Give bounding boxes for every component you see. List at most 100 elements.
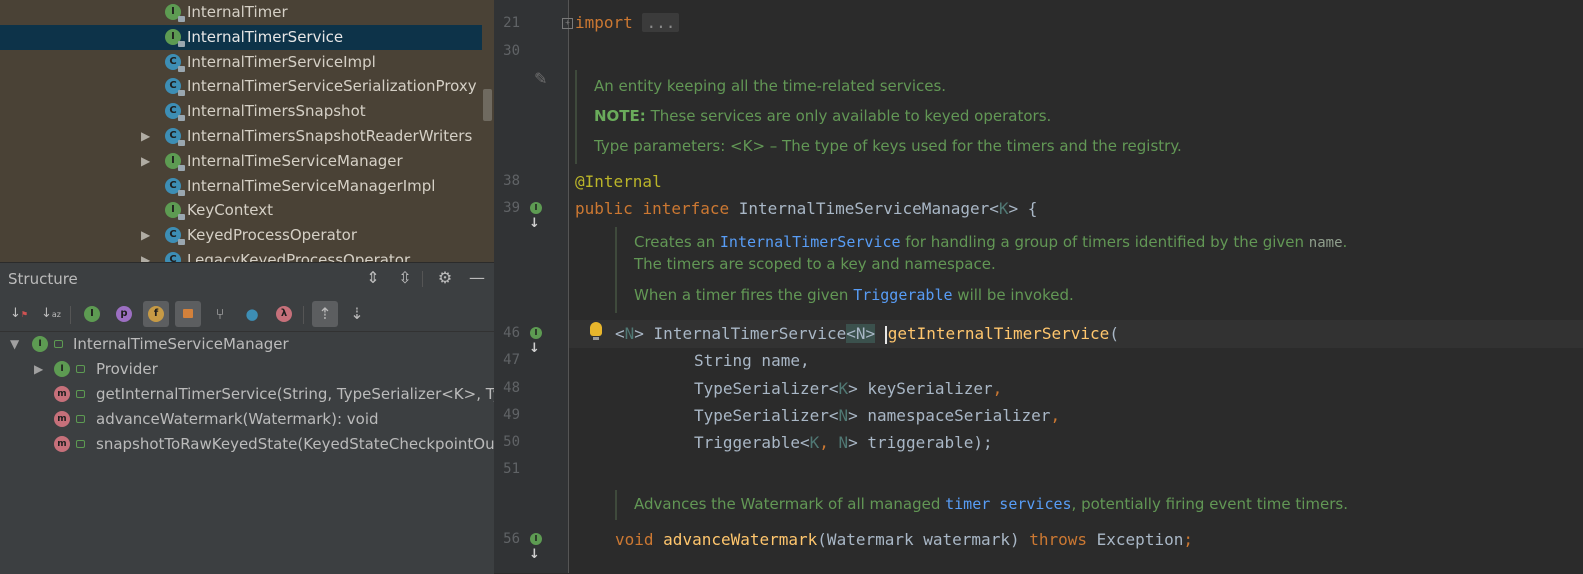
interface-icon: I [165, 28, 185, 47]
show-properties-button[interactable]: p [111, 301, 137, 327]
circle-icon: ● [245, 305, 259, 323]
chevron-right-icon[interactable]: ▶ [141, 223, 153, 248]
project-tree-item-label: KeyedProcessOperator [187, 226, 357, 245]
project-scrollbar[interactable] [483, 89, 492, 121]
annotation-line: @Internal [575, 172, 662, 191]
lambda-icon: λ [276, 305, 292, 322]
implemented-gutter-icon[interactable]: I↓ [529, 327, 546, 356]
doc-link[interactable]: timer services [945, 495, 1071, 513]
doc-line: Advances the Watermark of all managed ti… [634, 495, 1348, 513]
autoscroll-to-icon: ⇡ [318, 304, 332, 323]
expand-all-icon[interactable]: ⇕ [362, 267, 384, 289]
param-line: TypeSerializer<N> namespaceSerializer, [694, 406, 1061, 425]
doc-line: Type parameters: <K> – The type of keys … [594, 137, 1182, 155]
structure-item-advance-watermark[interactable]: m advanceWatermark(Watermark): void [0, 407, 494, 432]
structure-panel: Structure ⇕ ⇳ ⚙ — ↓⚑ ↓az I p f ⑂ ● λ ⇡ ⇣… [0, 262, 494, 574]
structure-item-label: getInternalTimerService(String, TypeSeri… [96, 385, 494, 403]
structure-title: Structure [8, 270, 78, 288]
doc-link[interactable]: Triggerable [853, 286, 952, 304]
doc-line: The timers are scoped to a key and names… [634, 255, 996, 273]
show-lambdas-dot-button[interactable]: ● [239, 301, 265, 327]
structure-item-provider[interactable]: ▶ I Provider [0, 357, 494, 382]
chevron-down-icon[interactable]: ▼ [10, 332, 19, 357]
param-line: String name, [694, 351, 810, 370]
chevron-right-icon[interactable]: ▶ [141, 124, 153, 149]
chevron-right-icon[interactable]: ▶ [34, 357, 43, 382]
interface-icon: I [32, 336, 48, 352]
class-icon: C [165, 177, 185, 196]
lightbulb-icon[interactable] [590, 322, 602, 340]
project-tree-item[interactable]: C InternalTimerServiceSerializationProxy [0, 74, 482, 99]
structure-root-label: InternalTimeServiceManager [73, 335, 289, 353]
implemented-gutter-icon[interactable]: I↓ [529, 202, 546, 231]
line-number: 21 [503, 15, 520, 31]
project-tree-item-label: InternalTimersSnapshotReaderWriters [187, 127, 473, 145]
structure-item-get-internal-timer-service[interactable]: m getInternalTimerService(String, TypeSe… [0, 382, 494, 407]
show-fields-button[interactable]: f [143, 301, 169, 327]
project-tree-item[interactable]: I InternalTimer [0, 0, 482, 25]
line-number: 51 [503, 461, 520, 477]
line-number: 39 [503, 200, 520, 216]
param-line: TypeSerializer<K> keySerializer, [694, 379, 1003, 398]
minimize-icon[interactable]: — [466, 267, 488, 289]
doc-comment-advance-watermark: Advances the Watermark of all managed ti… [615, 490, 1567, 520]
line-number: 47 [503, 352, 520, 368]
code-editor[interactable]: 21 30 ✎ 38 39 I↓ 46 I↓ 47 48 49 50 51 56… [494, 0, 1583, 573]
project-tree-item[interactable]: ▶ C InternalTimersSnapshotReaderWriters [0, 124, 482, 149]
project-tree-item[interactable]: C InternalTimersSnapshot [0, 99, 482, 124]
autoscroll-to-source-button[interactable]: ⇡ [312, 301, 338, 327]
text-caret [884, 325, 887, 344]
implemented-gutter-icon[interactable]: I↓ [529, 533, 546, 562]
chevron-right-icon[interactable]: ▶ [141, 149, 153, 174]
autoscroll-from-source-button[interactable]: ⇣ [344, 301, 370, 327]
param-line: Triggerable<K, N> triggerable); [694, 433, 993, 452]
show-inherited-button[interactable]: I [79, 301, 105, 327]
property-icon: p [116, 305, 132, 322]
project-tree-item-label: InternalTimersSnapshot [187, 102, 366, 121]
doc-line: When a timer fires the given Triggerable… [634, 286, 1074, 304]
doc-link[interactable]: InternalTimerService [720, 233, 901, 251]
class-icon: C [165, 53, 185, 72]
class-icon: C [165, 78, 185, 97]
interface-icon: I [54, 361, 70, 377]
show-lambdas-button[interactable]: λ [271, 301, 297, 327]
project-tree-item[interactable]: ▶ C LegacyKeyedProcessOperator [0, 248, 482, 262]
gear-icon[interactable]: ⚙ [434, 267, 456, 289]
lock-icon [183, 309, 193, 318]
line-number: 46 [503, 325, 520, 341]
public-icon [76, 415, 85, 423]
line-number: 56 [503, 531, 520, 547]
show-anonymous-button[interactable]: ⑂ [207, 301, 233, 327]
structure-item-label: advanceWatermark(Watermark): void [96, 410, 379, 428]
pencil-icon[interactable]: ✎ [534, 69, 547, 88]
sort-by-visibility-button[interactable]: ↓⚑ [6, 301, 32, 327]
project-tree-item-label: InternalTimeServiceManagerImpl [187, 176, 436, 195]
collapse-all-icon[interactable]: ⇳ [394, 267, 416, 289]
sort-alphabetically-button[interactable]: ↓az [38, 301, 64, 327]
interface-icon: I [165, 202, 185, 221]
show-non-public-button[interactable] [175, 301, 201, 327]
public-icon [76, 365, 85, 373]
line-number: 49 [503, 407, 520, 423]
editor-gutter: 21 30 ✎ 38 39 I↓ 46 I↓ 47 48 49 50 51 56… [494, 0, 569, 573]
project-tree-item-label: InternalTimer [187, 3, 288, 21]
structure-root[interactable]: ▼ I InternalTimeServiceManager [0, 332, 494, 357]
project-tree-item[interactable]: ▶ I InternalTimeServiceManager [0, 149, 482, 174]
structure-item-snapshot-to-raw-keyed-state[interactable]: m snapshotToRawKeyedState(KeyedStateChec… [0, 432, 494, 457]
interface-icon: I [165, 152, 185, 171]
project-tree-item-label: InternalTimerServiceSerializationProxy [187, 77, 477, 96]
project-tree-item[interactable]: I KeyContext [0, 198, 482, 223]
fold-plus-icon[interactable]: + [562, 18, 573, 29]
chevron-right-icon[interactable]: ▶ [141, 248, 153, 262]
sort-visibility-icon: ↓ [9, 306, 21, 321]
line-number: 48 [503, 380, 520, 396]
folded-imports[interactable]: ... [642, 13, 680, 32]
line-number: 38 [503, 173, 520, 189]
method-icon: m [54, 411, 70, 427]
anonymous-icon: ⑂ [215, 305, 225, 323]
public-icon [76, 390, 85, 398]
project-tree-item[interactable]: C InternalTimeServiceManagerImpl [0, 174, 482, 199]
project-tree-item[interactable]: I InternalTimerService [0, 24, 482, 50]
project-tree-item[interactable]: ▶ C KeyedProcessOperator [0, 223, 482, 248]
project-tree-item[interactable]: C InternalTimerServiceImpl [0, 50, 482, 75]
